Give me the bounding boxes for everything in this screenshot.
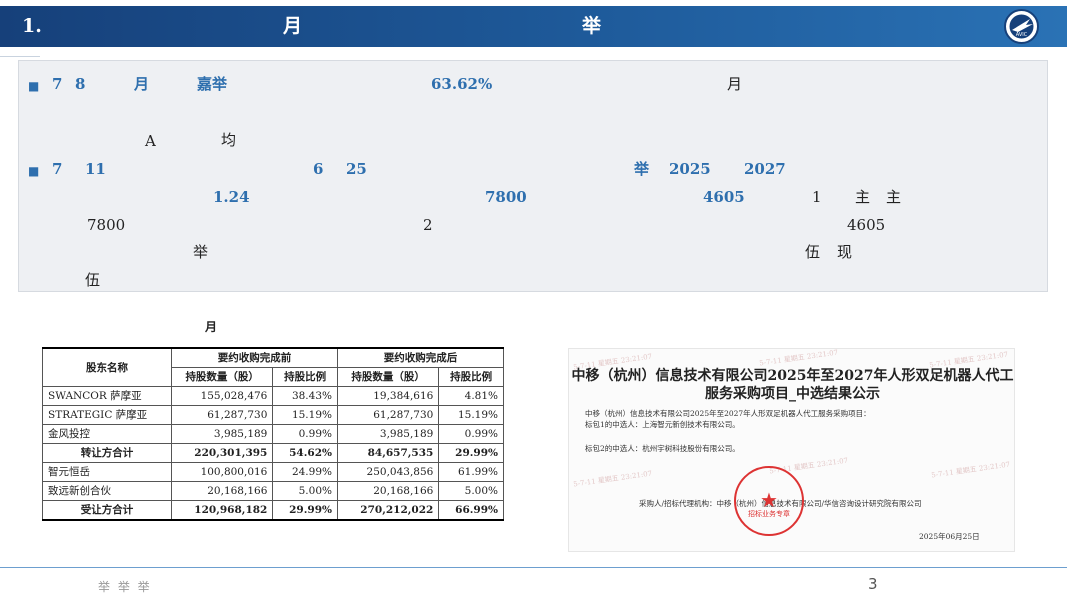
stake-percent: 63.62%: [431, 75, 493, 93]
seal-icon: ★ 招标业务专章: [734, 466, 804, 536]
watermark: 5-7-11 星期五 23:21:07: [572, 469, 653, 489]
table-row: 智元恒岳 100,800,016 24.99% 250,043,856 61.9…: [42, 462, 504, 482]
svg-text:AVIC: AVIC: [1016, 32, 1028, 38]
column-header: 持股比例: [272, 367, 338, 387]
notice-date: 2025年06月25日: [919, 532, 980, 541]
table-row: 致远新创合伙 20,168,166 5.00% 20,168,166 5.00%: [42, 481, 504, 501]
avic-logo-icon: AVIC: [1004, 9, 1039, 44]
title-word-2: 举: [582, 15, 602, 37]
column-header: 持股数量（股）: [170, 367, 274, 387]
column-header: 股东名称: [42, 347, 172, 387]
notice-title: 中移（杭州）信息技术有限公司2025年至2027年人形双足机器人代工: [571, 368, 1014, 384]
footer-text: 举 举 举: [98, 580, 152, 594]
column-group-header: 要约收购完成前: [171, 347, 338, 368]
title-bar: 1. 月 举 AVIC: [0, 6, 1067, 47]
table-row: SWANCOR 萨摩亚 155,028,476 38.43% 19,384,61…: [42, 386, 504, 406]
column-group-header: 要约收购完成后: [336, 347, 505, 368]
page-number: 3: [868, 575, 878, 593]
watermark: 5-7-11 星期五 23:21:07: [758, 348, 839, 368]
table-row: STRATEGIC 萨摩亚 61,287,730 15.19% 61,287,7…: [42, 405, 504, 425]
bullet-marker: ■: [28, 164, 40, 178]
notice-title-line2: 服务采购项目_中选结果公示: [705, 386, 880, 402]
section-number: 1.: [22, 15, 42, 37]
table-row-subtotal: 转让方合计 220,301,395 54.62% 84,657,535 29.9…: [42, 443, 504, 463]
divider: [0, 56, 40, 57]
table-caption: 月: [205, 320, 218, 334]
column-header: 持股比例: [438, 367, 504, 387]
summary-box: ■ 7 8 月 嘉举 63.62% 月 A 均 ■ 7 11 6 25 举 20…: [18, 60, 1048, 292]
title-word-1: 月: [283, 15, 303, 37]
bullet-marker: ■: [28, 79, 40, 93]
watermark: 5-7-11 星期五 23:21:07: [930, 460, 1011, 480]
shareholding-table: 股东名称 要约收购完成前 要约收购完成后 持股数量（股） 持股比例 持股数量（股…: [42, 347, 505, 521]
column-header: 持股数量（股）: [336, 367, 440, 387]
procurement-notice-image: 5-7-11 星期五 23:21:07 5-7-11 星期五 23:21:07 …: [568, 348, 1015, 552]
table-row-subtotal: 受让方合计 120,968,182 29.99% 270,212,022 66.…: [42, 500, 504, 521]
footer-divider: [0, 567, 1067, 568]
table-row: 金风投控 3,985,189 0.99% 3,985,189 0.99%: [42, 424, 504, 444]
